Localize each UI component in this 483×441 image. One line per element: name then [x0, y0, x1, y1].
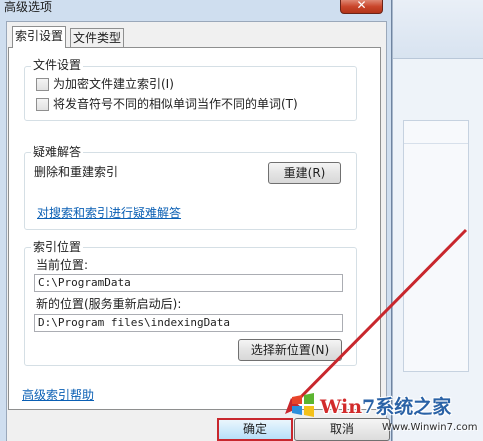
watermark-brand-suffix: 7系统之家 [362, 396, 452, 418]
annotation-arrow-line [288, 228, 468, 410]
windows-logo-icon [292, 393, 314, 417]
watermark: Win7系统之家 Www.Winwin7.com [290, 386, 483, 441]
watermark-brand-prefix: Win [320, 396, 363, 418]
watermark-url: Www.Winwin7.com [382, 422, 478, 433]
annotation-arrow [285, 228, 468, 414]
watermark-brand: Win7系统之家 [320, 392, 451, 419]
tab-index-settings[interactable]: 索引设置 [12, 26, 67, 48]
